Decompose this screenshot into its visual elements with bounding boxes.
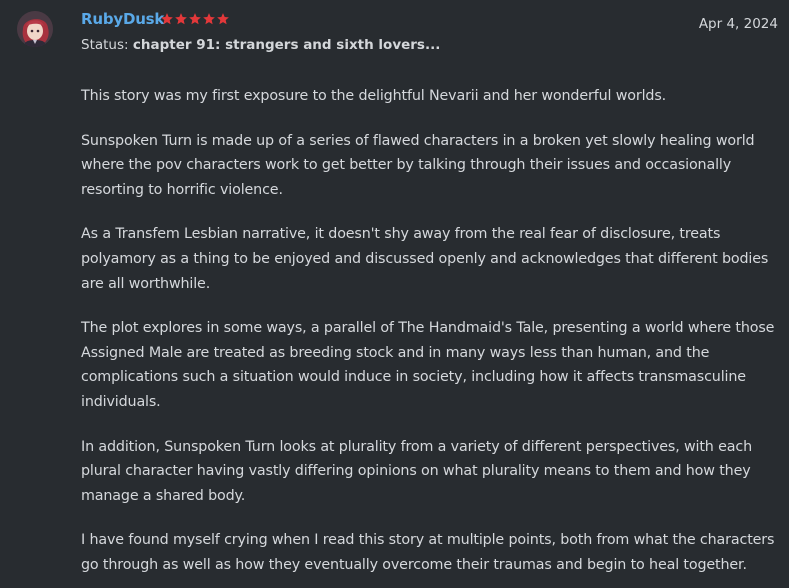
status-chapter-link[interactable]: chapter 91: strangers and sixth lovers..… <box>133 37 440 53</box>
review-paragraph: Sunspoken Turn is made up of a series of… <box>81 132 755 198</box>
star-icon <box>161 13 173 25</box>
status-label: Status: <box>81 37 129 53</box>
reading-status: Status: chapter 91: strangers and sixth … <box>81 37 440 53</box>
star-rating <box>160 11 230 29</box>
review-paragraph: In addition, Sunspoken Turn looks at plu… <box>81 438 752 504</box>
username-link[interactable]: RubyDusk <box>81 10 164 28</box>
review-paragraph: As a Transfem Lesbian narrative, it does… <box>81 226 769 292</box>
review-card: RubyDusk Apr 4, 2024 Status: chapter 91:… <box>0 0 789 588</box>
star-icon <box>217 13 229 25</box>
user-avatar-icon[interactable] <box>17 11 53 47</box>
review-paragraph: I have found myself crying when I read t… <box>81 532 775 573</box>
review-paragraph: The plot explores in some ways, a parall… <box>81 320 775 410</box>
star-icon <box>203 13 215 25</box>
review-date: Apr 4, 2024 <box>698 16 778 32</box>
review-body: This story was my first exposure to the … <box>81 84 781 588</box>
review-paragraph: This story was my first exposure to the … <box>81 88 667 104</box>
star-icon <box>175 13 187 25</box>
star-icon <box>189 13 201 25</box>
